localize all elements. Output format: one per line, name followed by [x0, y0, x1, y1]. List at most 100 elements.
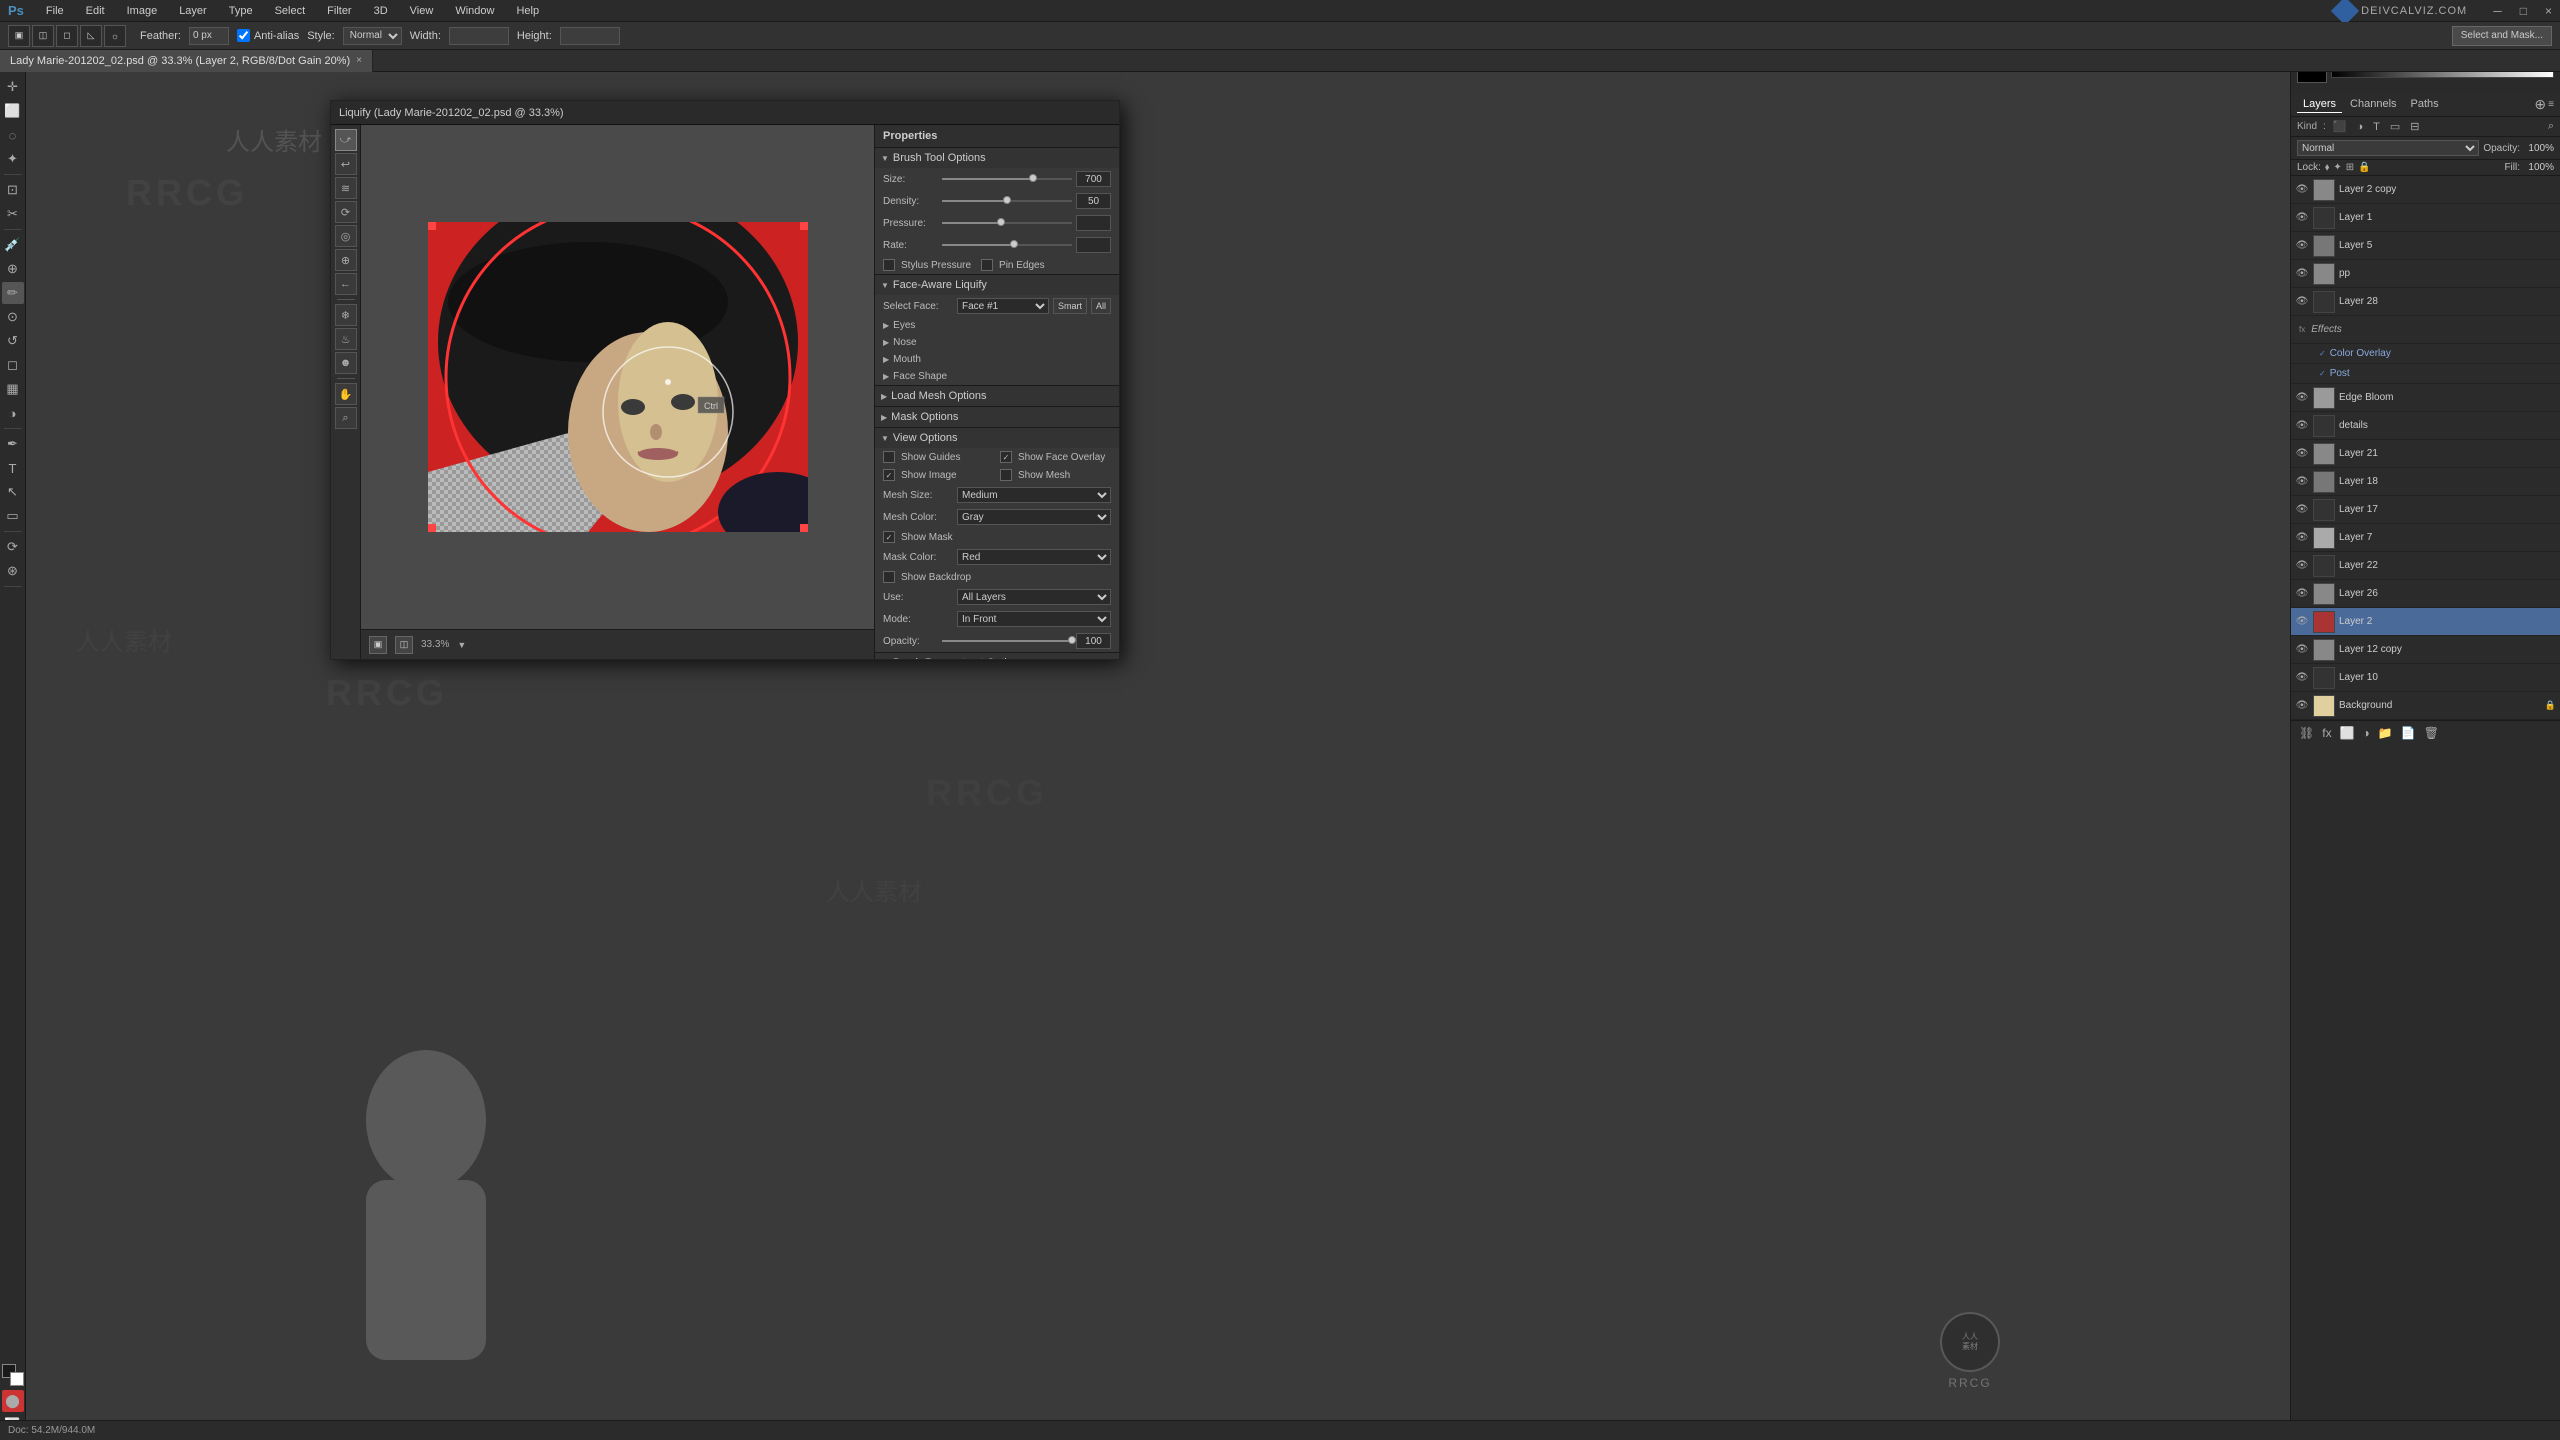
brush-tool-options-header[interactable]: ▼ Brush Tool Options [875, 148, 1119, 168]
load-mesh-header[interactable]: ▶ Load Mesh Options [875, 386, 1119, 406]
layer-item[interactable]: 👁 Layer 22 [2291, 552, 2560, 580]
layer-visibility-icon[interactable]: 👁 [2295, 419, 2309, 433]
style-select[interactable]: Normal [343, 27, 402, 45]
select-and-mask-btn[interactable]: Select and Mask... [2452, 26, 2552, 46]
layer-visibility-icon[interactable]: 👁 [2295, 559, 2309, 573]
show-mesh-checkbox[interactable] [1000, 469, 1012, 481]
layer-visibility-icon[interactable]: 👁 [2295, 643, 2309, 657]
tool-3d-rotate[interactable]: ⟳ [2, 536, 24, 558]
show-face-overlay-checkbox[interactable]: ✓ [1000, 451, 1012, 463]
width-input[interactable] [449, 27, 509, 45]
layer-item-active[interactable]: 👁 Layer 2 [2291, 608, 2560, 636]
mesh-color-select[interactable]: Gray [957, 509, 1111, 525]
mask-options-header[interactable]: ▶ Mask Options [875, 407, 1119, 427]
menu-view[interactable]: View [406, 3, 438, 19]
tool-brush[interactable]: ✏ [2, 282, 24, 304]
layer-visibility-icon[interactable]: 👁 [2295, 587, 2309, 601]
tool-eraser[interactable]: ◻ [2, 354, 24, 376]
layer-visibility-icon[interactable]: 👁 [2295, 295, 2309, 309]
tool-history-brush[interactable]: ↺ [2, 330, 24, 352]
tool-magic-wand[interactable]: ✦ [2, 148, 24, 170]
kind-type-btn[interactable]: T [2370, 120, 2383, 134]
view-options-header[interactable]: ▼ View Options [875, 428, 1119, 448]
view-mode-btn-2[interactable]: ◫ [395, 636, 413, 654]
maximize-btn[interactable]: □ [2520, 4, 2527, 18]
blend-mode-select[interactable]: Normal [2297, 140, 2479, 156]
kind-pixel-btn[interactable]: ⬛ [2330, 119, 2350, 134]
add-fx-btn[interactable]: fx [2320, 724, 2333, 742]
menu-type[interactable]: Type [225, 3, 257, 19]
rate-slider[interactable] [942, 238, 1072, 252]
layer-item[interactable]: 👁 Layer 18 [2291, 468, 2560, 496]
face-shape-item[interactable]: ▶ Face Shape [875, 368, 1119, 385]
nose-item[interactable]: ▶ Nose [875, 334, 1119, 351]
layer-item[interactable]: 👁 Layer 26 [2291, 580, 2560, 608]
menu-edit[interactable]: Edit [82, 3, 109, 19]
tool-3d-roll[interactable]: ⊛ [2, 560, 24, 582]
eyes-item[interactable]: ▶ Eyes [875, 317, 1119, 334]
tab-close-icon[interactable]: × [356, 55, 362, 66]
mesh-size-select[interactable]: Medium [957, 487, 1111, 503]
mask-color-select[interactable]: Red [957, 549, 1111, 565]
tool-eyedropper[interactable]: 💉 [2, 234, 24, 256]
new-adjustment-btn[interactable]: ◑ [2361, 724, 2372, 742]
view-mode-btn-1[interactable]: ▣ [369, 636, 387, 654]
layer-visibility-icon[interactable]: 👁 [2295, 671, 2309, 685]
liquify-canvas-area[interactable]: Ctrl ▣ ◫ 33.3% ▼ [361, 125, 874, 659]
tool-crop[interactable]: ⊡ [2, 179, 24, 201]
layers-search-btn[interactable]: ⌕ [2548, 120, 2554, 133]
layer-item[interactable]: 👁 Layer 17 [2291, 496, 2560, 524]
tab-layers[interactable]: Layers [2297, 96, 2342, 113]
lock-position-btn[interactable]: ⊞ [2346, 162, 2354, 173]
liq-tool-bloat[interactable]: ⊕ [335, 249, 357, 271]
size-slider[interactable] [942, 172, 1072, 186]
pressure-slider[interactable] [942, 216, 1072, 230]
layer-visibility-icon[interactable]: 👁 [2295, 615, 2309, 629]
layer-item[interactable]: 👁 Edge Bloom [2291, 384, 2560, 412]
menu-select[interactable]: Select [271, 3, 310, 19]
layer-item[interactable]: 👁 Layer 28 [2291, 288, 2560, 316]
layer-fx-item[interactable]: ✓ Post [2291, 364, 2560, 384]
liq-tool-twirl[interactable]: ⟳ [335, 201, 357, 223]
layer-item[interactable]: 👁 Layer 12 copy [2291, 636, 2560, 664]
tab-paths[interactable]: Paths [2405, 96, 2445, 113]
use-select[interactable]: All Layers [957, 589, 1111, 605]
layer-item[interactable]: 👁 details [2291, 412, 2560, 440]
minimize-btn[interactable]: ─ [2493, 4, 2502, 18]
liq-tool-hand[interactable]: ✋ [335, 383, 357, 405]
layer-visibility-icon[interactable]: 👁 [2295, 447, 2309, 461]
show-guides-checkbox[interactable] [883, 451, 895, 463]
foreground-bg-color[interactable] [2, 1364, 24, 1386]
tool-type[interactable]: T [2, 457, 24, 479]
opacity-input[interactable] [1076, 633, 1111, 649]
rate-input[interactable] [1076, 237, 1111, 253]
layer-visibility-icon[interactable]: 👁 [2295, 183, 2309, 197]
mode-select[interactable]: In Front [957, 611, 1111, 627]
liq-tool-zoom[interactable]: ⌕ [335, 407, 357, 429]
tool-slice[interactable]: ✂ [2, 203, 24, 225]
tool-clone[interactable]: ⊙ [2, 306, 24, 328]
lock-all-btn[interactable]: 🔒 [2358, 162, 2370, 173]
liq-tool-pucker[interactable]: ◎ [335, 225, 357, 247]
stylus-pressure-checkbox[interactable] [883, 259, 895, 271]
tool-path-select[interactable]: ↖ [2, 481, 24, 503]
adjustment-layer-btn[interactable]: ⊕ [2534, 96, 2546, 113]
density-input[interactable] [1076, 193, 1111, 209]
new-layer-btn[interactable]: 📄 [2399, 724, 2418, 742]
layer-item[interactable]: 👁 Layer 1 [2291, 204, 2560, 232]
liq-tool-forward-warp[interactable]: ⤻ [335, 129, 357, 151]
menu-help[interactable]: Help [512, 3, 543, 19]
show-image-checkbox[interactable]: ✓ [883, 469, 895, 481]
density-slider[interactable] [942, 194, 1072, 208]
layer-item[interactable]: 👁 Layer 7 [2291, 524, 2560, 552]
layer-fx-item[interactable]: ✓ Color Overlay [2291, 344, 2560, 364]
zoom-dropdown[interactable]: ▼ [457, 640, 466, 650]
liq-tool-face[interactable]: ☻ [335, 352, 357, 374]
liquify-canvas-inner[interactable]: Ctrl [361, 125, 874, 629]
layer-visibility-icon[interactable]: 👁 [2295, 475, 2309, 489]
add-mask-btn[interactable]: ⬜ [2338, 724, 2357, 742]
opacity-slider[interactable] [942, 634, 1072, 648]
layer-item[interactable]: fx Effects [2291, 316, 2560, 344]
close-btn[interactable]: × [2545, 4, 2552, 18]
tool-lasso[interactable]: ◌ [2, 124, 24, 146]
